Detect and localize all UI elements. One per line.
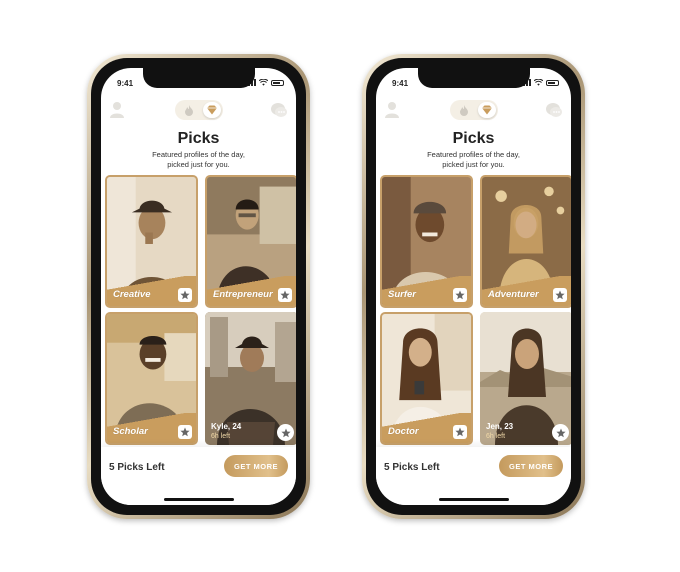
- super-like-button[interactable]: [278, 288, 292, 302]
- flame-icon[interactable]: [183, 104, 195, 116]
- battery-icon: [271, 79, 284, 86]
- status-time: 9:41: [392, 79, 409, 88]
- super-like-button[interactable]: [453, 425, 467, 439]
- chat-icon[interactable]: [270, 101, 288, 119]
- phone-left: 9:41 Picks Featured profiles of the day,: [87, 54, 310, 519]
- wifi-icon: [534, 79, 543, 86]
- notch: [417, 68, 530, 88]
- subtitle-line-2: picked just for you.: [442, 160, 505, 169]
- profile-name-age: Jen, 23: [486, 422, 514, 431]
- top-nav: [376, 98, 571, 122]
- bottom-bar: 5 Picks Left GET MORE: [101, 447, 296, 505]
- page-subtitle: Featured profiles of the day, picked jus…: [101, 150, 296, 170]
- time-remaining: 6h left: [211, 433, 231, 440]
- flame-icon[interactable]: [458, 104, 470, 116]
- super-like-button[interactable]: [178, 288, 192, 302]
- profile-icon[interactable]: [109, 101, 125, 119]
- page-title: Picks: [177, 130, 220, 147]
- diamond-icon: [206, 105, 217, 115]
- notch: [142, 68, 255, 88]
- star-icon: [555, 428, 566, 437]
- page-title: Picks: [452, 130, 495, 147]
- gold-picks-tab[interactable]: [477, 102, 496, 118]
- card-category-label: Adventurer: [488, 289, 539, 300]
- time-remaining: 6h left: [486, 433, 506, 440]
- pick-card[interactable]: Creative: [105, 175, 198, 308]
- home-indicator[interactable]: [438, 498, 509, 501]
- star-icon: [280, 428, 291, 437]
- super-like-button[interactable]: [178, 425, 192, 439]
- star-icon: [280, 290, 290, 300]
- star-icon: [180, 290, 190, 300]
- star-icon: [455, 427, 465, 437]
- card-category-label: Doctor: [388, 426, 419, 437]
- picks-left-count: 5 Picks Left: [109, 462, 165, 473]
- diamond-icon: [481, 105, 492, 115]
- pick-card[interactable]: Doctor: [380, 312, 473, 445]
- pick-card[interactable]: Entrepreneur: [205, 175, 296, 308]
- super-like-button[interactable]: [552, 424, 569, 441]
- star-icon: [180, 427, 190, 437]
- pick-card[interactable]: Adventurer: [480, 175, 571, 308]
- pick-card[interactable]: Jen, 23 6h left: [480, 312, 571, 445]
- mode-toggle[interactable]: [449, 100, 498, 120]
- phone-bezel: 9:41 Picks Featured profiles of the day,: [366, 58, 581, 515]
- app-screen: 9:41 Picks Featured profiles of the day,: [101, 68, 296, 505]
- get-more-button[interactable]: GET MORE: [499, 455, 563, 477]
- card-category-label: Surfer: [388, 289, 416, 300]
- profile-icon[interactable]: [384, 101, 400, 119]
- super-like-button[interactable]: [453, 288, 467, 302]
- profile-name-age: Kyle, 24: [211, 422, 242, 431]
- super-like-button[interactable]: [277, 424, 294, 441]
- star-icon: [455, 290, 465, 300]
- subtitle-line-1: Featured profiles of the day,: [152, 150, 245, 159]
- super-like-button[interactable]: [553, 288, 567, 302]
- app-screen: 9:41 Picks Featured profiles of the day,: [376, 68, 571, 505]
- home-indicator[interactable]: [163, 498, 234, 501]
- subtitle-line-1: Featured profiles of the day,: [427, 150, 520, 159]
- gold-picks-tab[interactable]: [202, 102, 221, 118]
- card-category-label: Scholar: [113, 426, 148, 437]
- battery-icon: [546, 79, 559, 86]
- wifi-icon: [259, 79, 268, 86]
- pick-card[interactable]: Kyle, 24 6h left: [205, 312, 296, 445]
- get-more-button[interactable]: GET MORE: [224, 455, 288, 477]
- pick-card[interactable]: Surfer: [380, 175, 473, 308]
- pick-card[interactable]: Scholar: [105, 312, 198, 445]
- star-icon: [555, 290, 565, 300]
- picks-left-count: 5 Picks Left: [384, 462, 440, 473]
- card-category-label: Entrepreneur: [213, 289, 273, 300]
- phone-bezel: 9:41 Picks Featured profiles of the day,: [91, 58, 306, 515]
- subtitle-line-2: picked just for you.: [167, 160, 230, 169]
- top-nav: [101, 98, 296, 122]
- status-time: 9:41: [117, 79, 134, 88]
- card-category-label: Creative: [113, 289, 151, 300]
- chat-icon[interactable]: [545, 101, 563, 119]
- page-subtitle: Featured profiles of the day, picked jus…: [376, 150, 571, 170]
- phone-right: 9:41 Picks Featured profiles of the day,: [362, 54, 585, 519]
- bottom-bar: 5 Picks Left GET MORE: [376, 447, 571, 505]
- mode-toggle[interactable]: [174, 100, 223, 120]
